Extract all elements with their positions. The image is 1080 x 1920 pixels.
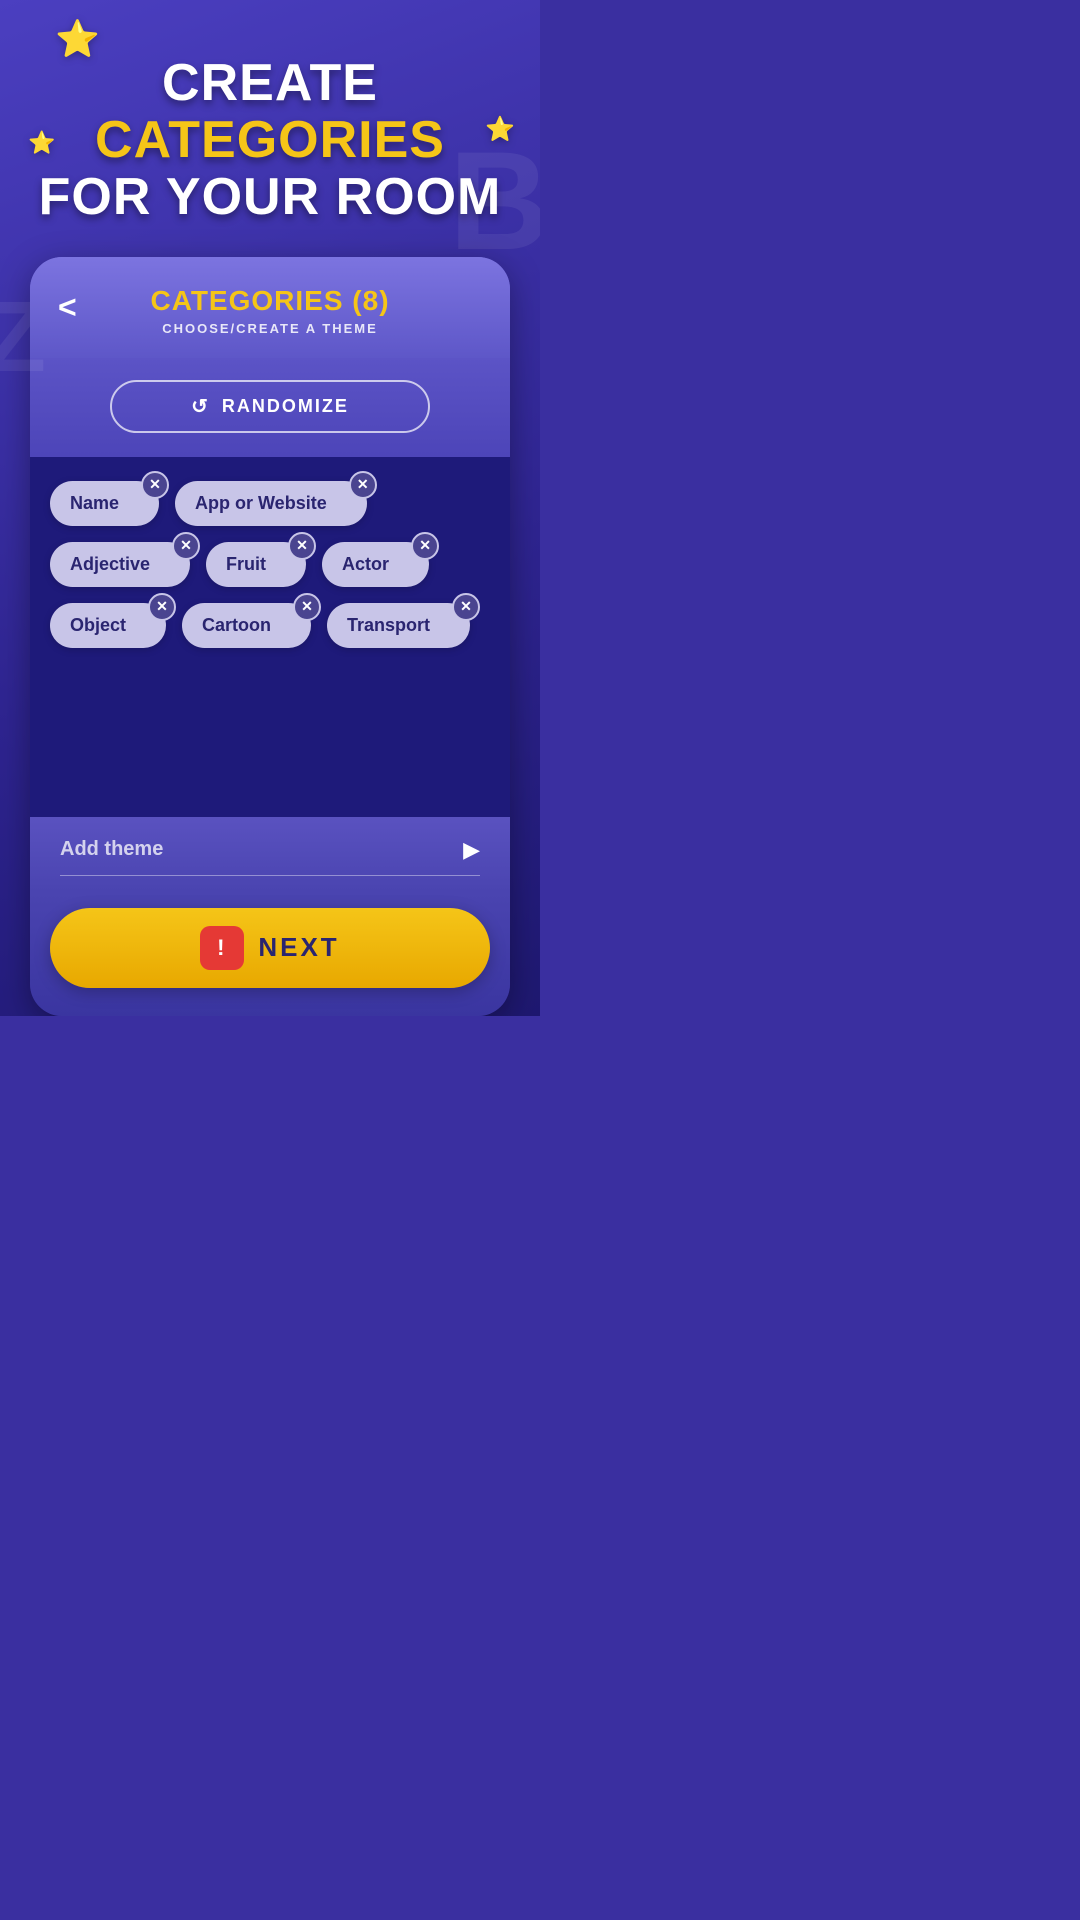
chip-cartoon-remove[interactable]: ✕ — [293, 593, 321, 621]
chip-actor[interactable]: Actor ✕ — [322, 542, 429, 587]
chip-object-remove[interactable]: ✕ — [148, 593, 176, 621]
chip-adjective-remove[interactable]: ✕ — [172, 532, 200, 560]
chips-container: Name ✕ App or Website ✕ Adjective ✕ Frui… — [50, 481, 490, 648]
chip-object[interactable]: Object ✕ — [50, 603, 166, 648]
chip-name[interactable]: Name ✕ — [50, 481, 159, 526]
chip-fruit-label: Fruit — [226, 554, 266, 574]
chip-transport-label: Transport — [347, 615, 430, 635]
warning-icon: ! — [200, 926, 244, 970]
chip-app-or-website-label: App or Website — [195, 493, 327, 513]
chip-object-label: Object — [70, 615, 126, 635]
chip-fruit-remove[interactable]: ✕ — [288, 532, 316, 560]
card-header: < CATEGORIES (8) CHOOSE/CREATE A THEME — [30, 257, 510, 358]
chip-cartoon-label: Cartoon — [202, 615, 271, 635]
randomize-label: RANDOMIZE — [222, 396, 349, 417]
next-button-section: ! NEXT — [30, 892, 510, 1016]
chip-adjective-label: Adjective — [70, 554, 150, 574]
title-create: CREATE — [162, 54, 378, 112]
chip-app-or-website-remove[interactable]: ✕ — [349, 471, 377, 499]
chip-transport[interactable]: Transport ✕ — [327, 603, 470, 648]
card-subtitle: CHOOSE/CREATE A THEME — [60, 321, 480, 336]
star-decoration-2: ⭐ — [28, 130, 55, 156]
chip-adjective[interactable]: Adjective ✕ — [50, 542, 190, 587]
main-card: < CATEGORIES (8) CHOOSE/CREATE A THEME ↺… — [30, 257, 510, 1016]
chip-transport-remove[interactable]: ✕ — [452, 593, 480, 621]
add-theme-input[interactable] — [60, 838, 463, 861]
background: ⭐ ⭐ ⭐ B Z CREATE CATEGORIES FOR YOUR ROO… — [0, 0, 540, 1016]
chip-name-label: Name — [70, 493, 119, 513]
title-for-your-room: FOR YOUR ROOM — [39, 168, 502, 226]
add-theme-row: ▶ — [60, 837, 480, 876]
warning-symbol: ! — [217, 935, 227, 961]
send-icon: ▶ — [463, 837, 480, 862]
chip-app-or-website[interactable]: App or Website ✕ — [175, 481, 367, 526]
back-button[interactable]: < — [58, 291, 77, 323]
add-theme-send-button[interactable]: ▶ — [463, 837, 480, 863]
chip-cartoon[interactable]: Cartoon ✕ — [182, 603, 311, 648]
randomize-button[interactable]: ↺ RANDOMIZE — [110, 380, 430, 433]
randomize-section: ↺ RANDOMIZE — [30, 358, 510, 443]
categories-area: Name ✕ App or Website ✕ Adjective ✕ Frui… — [30, 457, 510, 817]
chip-actor-label: Actor — [342, 554, 389, 574]
star-decoration-1: ⭐ — [55, 18, 100, 60]
randomize-icon: ↺ — [191, 394, 210, 419]
chip-actor-remove[interactable]: ✕ — [411, 532, 439, 560]
chip-fruit[interactable]: Fruit ✕ — [206, 542, 306, 587]
card-title: CATEGORIES (8) — [60, 285, 480, 317]
next-button[interactable]: ! NEXT — [50, 908, 490, 988]
page-title: CREATE CATEGORIES FOR YOUR ROOM — [30, 55, 510, 227]
chip-name-remove[interactable]: ✕ — [141, 471, 169, 499]
star-decoration-3: ⭐ — [485, 115, 515, 144]
add-theme-section: ▶ — [30, 817, 510, 892]
title-categories: CATEGORIES — [95, 111, 445, 169]
next-button-label: NEXT — [258, 932, 339, 963]
